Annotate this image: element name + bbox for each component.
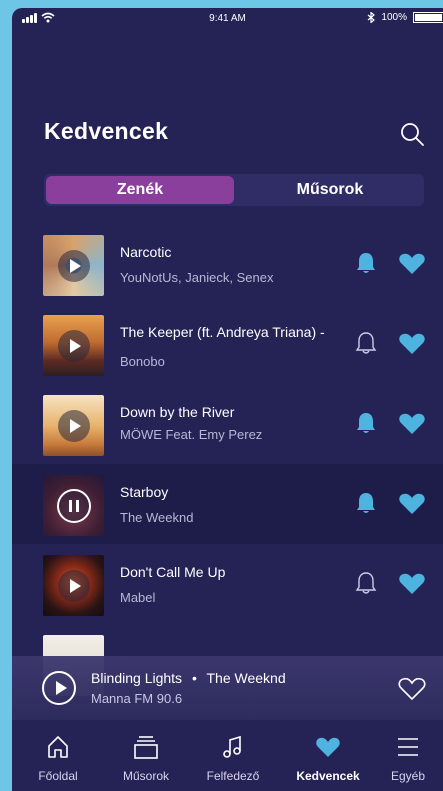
heart-icon: [316, 737, 340, 757]
track-row-playing[interactable]: Starboy The Weeknd: [12, 464, 443, 544]
track-artist: Mabel: [120, 590, 156, 605]
track-artist: YouNotUs, Janieck, Senex: [120, 270, 274, 285]
track-title: Down by the River: [120, 404, 235, 420]
track-row[interactable]: Down by the River MÖWE Feat. Emy Perez: [12, 384, 443, 464]
now-playing-bar[interactable]: Blinding Lights • The Weeknd Manna FM 90…: [12, 656, 443, 720]
tab-egyeb[interactable]: Egyéb: [368, 720, 443, 791]
bluetooth-icon: [368, 12, 376, 23]
album-cover: [43, 235, 104, 296]
status-bar: 9:41 AM 100%: [12, 8, 443, 30]
tab-fooldal[interactable]: Főoldal: [18, 720, 98, 791]
play-icon[interactable]: [57, 409, 90, 442]
bell-icon[interactable]: [355, 571, 377, 595]
status-right: 100%: [367, 12, 443, 23]
play-icon[interactable]: [57, 249, 90, 282]
bottom-tab-bar: Főoldal Műsorok Felfedező Kedvencek Egyé…: [12, 720, 443, 791]
play-icon[interactable]: [57, 329, 90, 362]
tab-musorok[interactable]: Műsorok: [244, 174, 416, 206]
track-row[interactable]: Narcotic YouNotUs, Janieck, Senex: [12, 224, 443, 304]
bell-icon[interactable]: [355, 331, 377, 355]
app-screen: 9:41 AM 100% Kedvencek Zenék Műsorok Nar…: [12, 8, 443, 791]
page-title: Kedvencek: [44, 118, 169, 144]
heart-icon[interactable]: [398, 332, 426, 356]
search-icon[interactable]: [398, 120, 426, 148]
track-title: Starboy: [120, 484, 169, 500]
heart-icon[interactable]: [398, 572, 426, 596]
track-title: Narcotic: [120, 244, 172, 260]
music-note-icon: [223, 735, 241, 758]
shows-icon: [134, 736, 158, 759]
track-row[interactable]: The Keeper (ft. Andreya Triana) - Bonobo: [12, 304, 443, 384]
now-playing-song: Blinding Lights: [91, 670, 183, 686]
tab-musorok-nav[interactable]: Műsorok: [106, 720, 186, 791]
album-cover: [43, 475, 104, 536]
tab-label: Főoldal: [38, 769, 78, 783]
track-artist: The Weeknd: [120, 510, 194, 525]
battery-percent: 100%: [381, 12, 407, 23]
heart-icon[interactable]: [398, 492, 426, 516]
heart-icon[interactable]: [398, 412, 426, 436]
track-title: Don't Call Me Up: [120, 564, 226, 580]
bell-icon[interactable]: [355, 251, 377, 275]
track-artist: MÖWE Feat. Emy Perez: [120, 427, 263, 442]
home-icon: [48, 736, 68, 758]
now-playing-title: Blinding Lights • The Weeknd: [91, 670, 286, 686]
heart-outline-icon[interactable]: [398, 677, 426, 701]
play-button[interactable]: [42, 671, 76, 705]
tab-label: Műsorok: [122, 769, 169, 783]
tab-felfedezo[interactable]: Felfedező: [193, 720, 273, 791]
tab-label: Egyéb: [390, 769, 426, 783]
album-cover: [43, 395, 104, 456]
now-playing-separator: •: [191, 670, 197, 686]
tab-kedvencek[interactable]: Kedvencek: [288, 720, 368, 791]
tab-label: Kedvencek: [296, 769, 360, 783]
now-playing-station: Manna FM 90.6: [91, 691, 183, 706]
menu-icon: [398, 738, 418, 756]
tab-label: Felfedező: [206, 769, 260, 783]
tab-zenek[interactable]: Zenék: [46, 176, 234, 204]
segmented-control: Zenék Műsorok: [44, 174, 424, 206]
heart-icon[interactable]: [398, 252, 426, 276]
album-cover: [43, 555, 104, 616]
bell-icon[interactable]: [355, 491, 377, 515]
album-cover: [43, 315, 104, 376]
bell-icon[interactable]: [355, 411, 377, 435]
track-title: The Keeper (ft. Andreya Triana) -: [120, 324, 325, 340]
play-icon[interactable]: [57, 569, 90, 602]
now-playing-artist: The Weeknd: [206, 670, 286, 686]
track-artist: Bonobo: [120, 354, 165, 369]
pause-icon[interactable]: [56, 488, 91, 523]
track-row[interactable]: Don't Call Me Up Mabel: [12, 544, 443, 624]
battery-icon: [413, 12, 443, 23]
